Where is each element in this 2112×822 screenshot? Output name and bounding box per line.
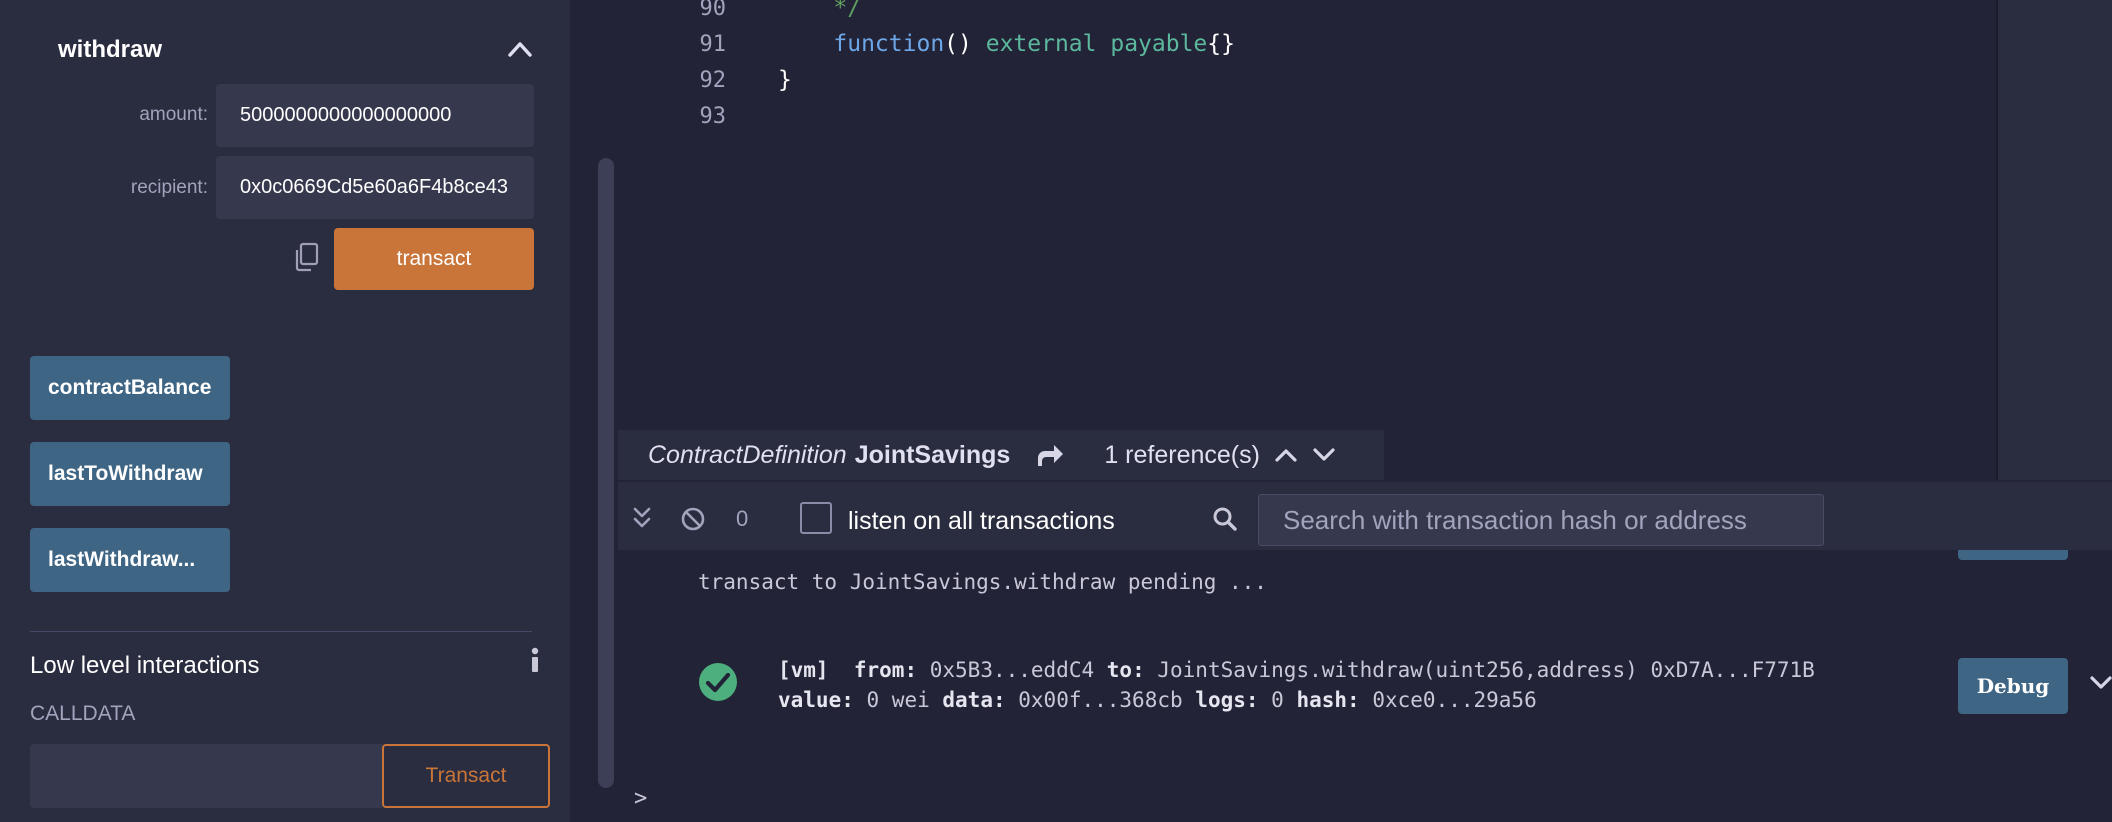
transact-button[interactable]: transact — [334, 228, 534, 290]
tx-value: 0 wei — [866, 688, 930, 712]
last-to-withdraw-button[interactable]: lastToWithdraw — [30, 442, 230, 506]
pending-tx-count: 0 — [736, 506, 749, 531]
code-token: () — [944, 31, 986, 57]
line-number: 93 — [699, 104, 727, 129]
pending-line: transact to JointSavings.withdraw pendin… — [698, 570, 1267, 594]
reference-bar: ContractDefinition JointSavings 1 refere… — [618, 430, 1384, 480]
chevron-down-icon[interactable] — [1312, 446, 1336, 464]
listen-checkbox[interactable] — [800, 502, 832, 534]
tx-logs: 0 — [1271, 688, 1284, 712]
code-token: {} — [1207, 31, 1235, 57]
code-token: external payable — [985, 31, 1208, 57]
low-level-interactions-title: Low level interactions — [30, 652, 260, 679]
definition-name: JointSavings — [854, 440, 1011, 469]
goto-definition-icon[interactable] — [1036, 442, 1064, 468]
code-editor[interactable] — [778, 0, 1996, 480]
tx-data: 0x00f...368cb — [1018, 688, 1183, 712]
code-token: */ — [778, 0, 862, 21]
terminal-search-input[interactable]: Search with transaction hash or address — [1258, 494, 1824, 546]
code-line[interactable]: */ — [778, 0, 861, 21]
terminal-prompt[interactable]: > — [634, 786, 647, 811]
tx-line-1: [vm] from: 0x5B3...eddC4 to: JointSaving… — [778, 658, 1815, 682]
reference-count: 1 reference(s) — [1104, 440, 1260, 469]
line-number: 92 — [699, 68, 727, 93]
tx-value-label: value: — [778, 688, 854, 712]
calldata-label: CALLDATA — [30, 702, 136, 725]
line-number: 90 — [699, 0, 727, 21]
last-withdraw-button[interactable]: lastWithdraw... — [30, 528, 230, 592]
left-panel-scrollbar[interactable] — [598, 158, 614, 788]
success-check-icon — [699, 663, 737, 701]
calldata-input[interactable] — [30, 744, 382, 808]
amount-label: amount: — [139, 104, 208, 125]
amount-input[interactable]: 5000000000000000000 — [216, 84, 534, 147]
copy-icon[interactable] — [294, 242, 320, 272]
function-title: withdraw — [58, 36, 163, 63]
tx-from: 0x5B3...eddC4 — [929, 658, 1095, 682]
code-token: function — [833, 31, 945, 57]
listen-label: listen on all transactions — [848, 507, 1115, 535]
definition-kind: ContractDefinition — [648, 440, 847, 469]
code-line[interactable]: function() external payable{} — [778, 31, 1235, 57]
contract-balance-button[interactable]: contractBalance — [30, 356, 230, 420]
tx-hash-label: hash: — [1296, 688, 1360, 712]
search-icon — [1213, 507, 1237, 531]
recipient-input[interactable]: 0x0c0669Cd5e60a6F4b8ce43 — [216, 156, 534, 219]
tx-env: [vm] — [778, 658, 829, 682]
tx-logs-label: logs: — [1195, 688, 1259, 712]
divider — [30, 631, 532, 632]
tx-to: JointSavings.withdraw(uint256,address) 0… — [1157, 658, 1815, 682]
tx-line-2: value: 0 wei data: 0x00f...368cb logs: 0… — [778, 688, 1537, 712]
chevron-up-icon[interactable] — [1274, 446, 1298, 464]
tx-hash: 0xce0...29a56 — [1372, 688, 1537, 712]
recipient-label: recipient: — [130, 177, 208, 198]
tx-from-label: from: — [853, 658, 918, 682]
chevron-down-icon[interactable] — [2088, 672, 2112, 694]
editor-minimap — [1996, 0, 2112, 480]
tx-data-label: data: — [942, 688, 1006, 712]
low-level-transact-button[interactable]: Transact — [382, 744, 550, 808]
tx-to-label: to: — [1106, 658, 1145, 682]
clear-console-icon[interactable] — [680, 506, 706, 532]
code-line[interactable]: } — [778, 67, 792, 93]
debug-button[interactable]: Debug — [1958, 658, 2068, 714]
line-number: 91 — [699, 32, 727, 57]
chevron-up-icon[interactable] — [506, 38, 534, 60]
info-icon[interactable] — [528, 646, 542, 674]
collapse-terminal-icon[interactable] — [632, 506, 652, 530]
code-token: } — [778, 67, 792, 93]
previous-debug-button[interactable] — [1958, 550, 2068, 560]
